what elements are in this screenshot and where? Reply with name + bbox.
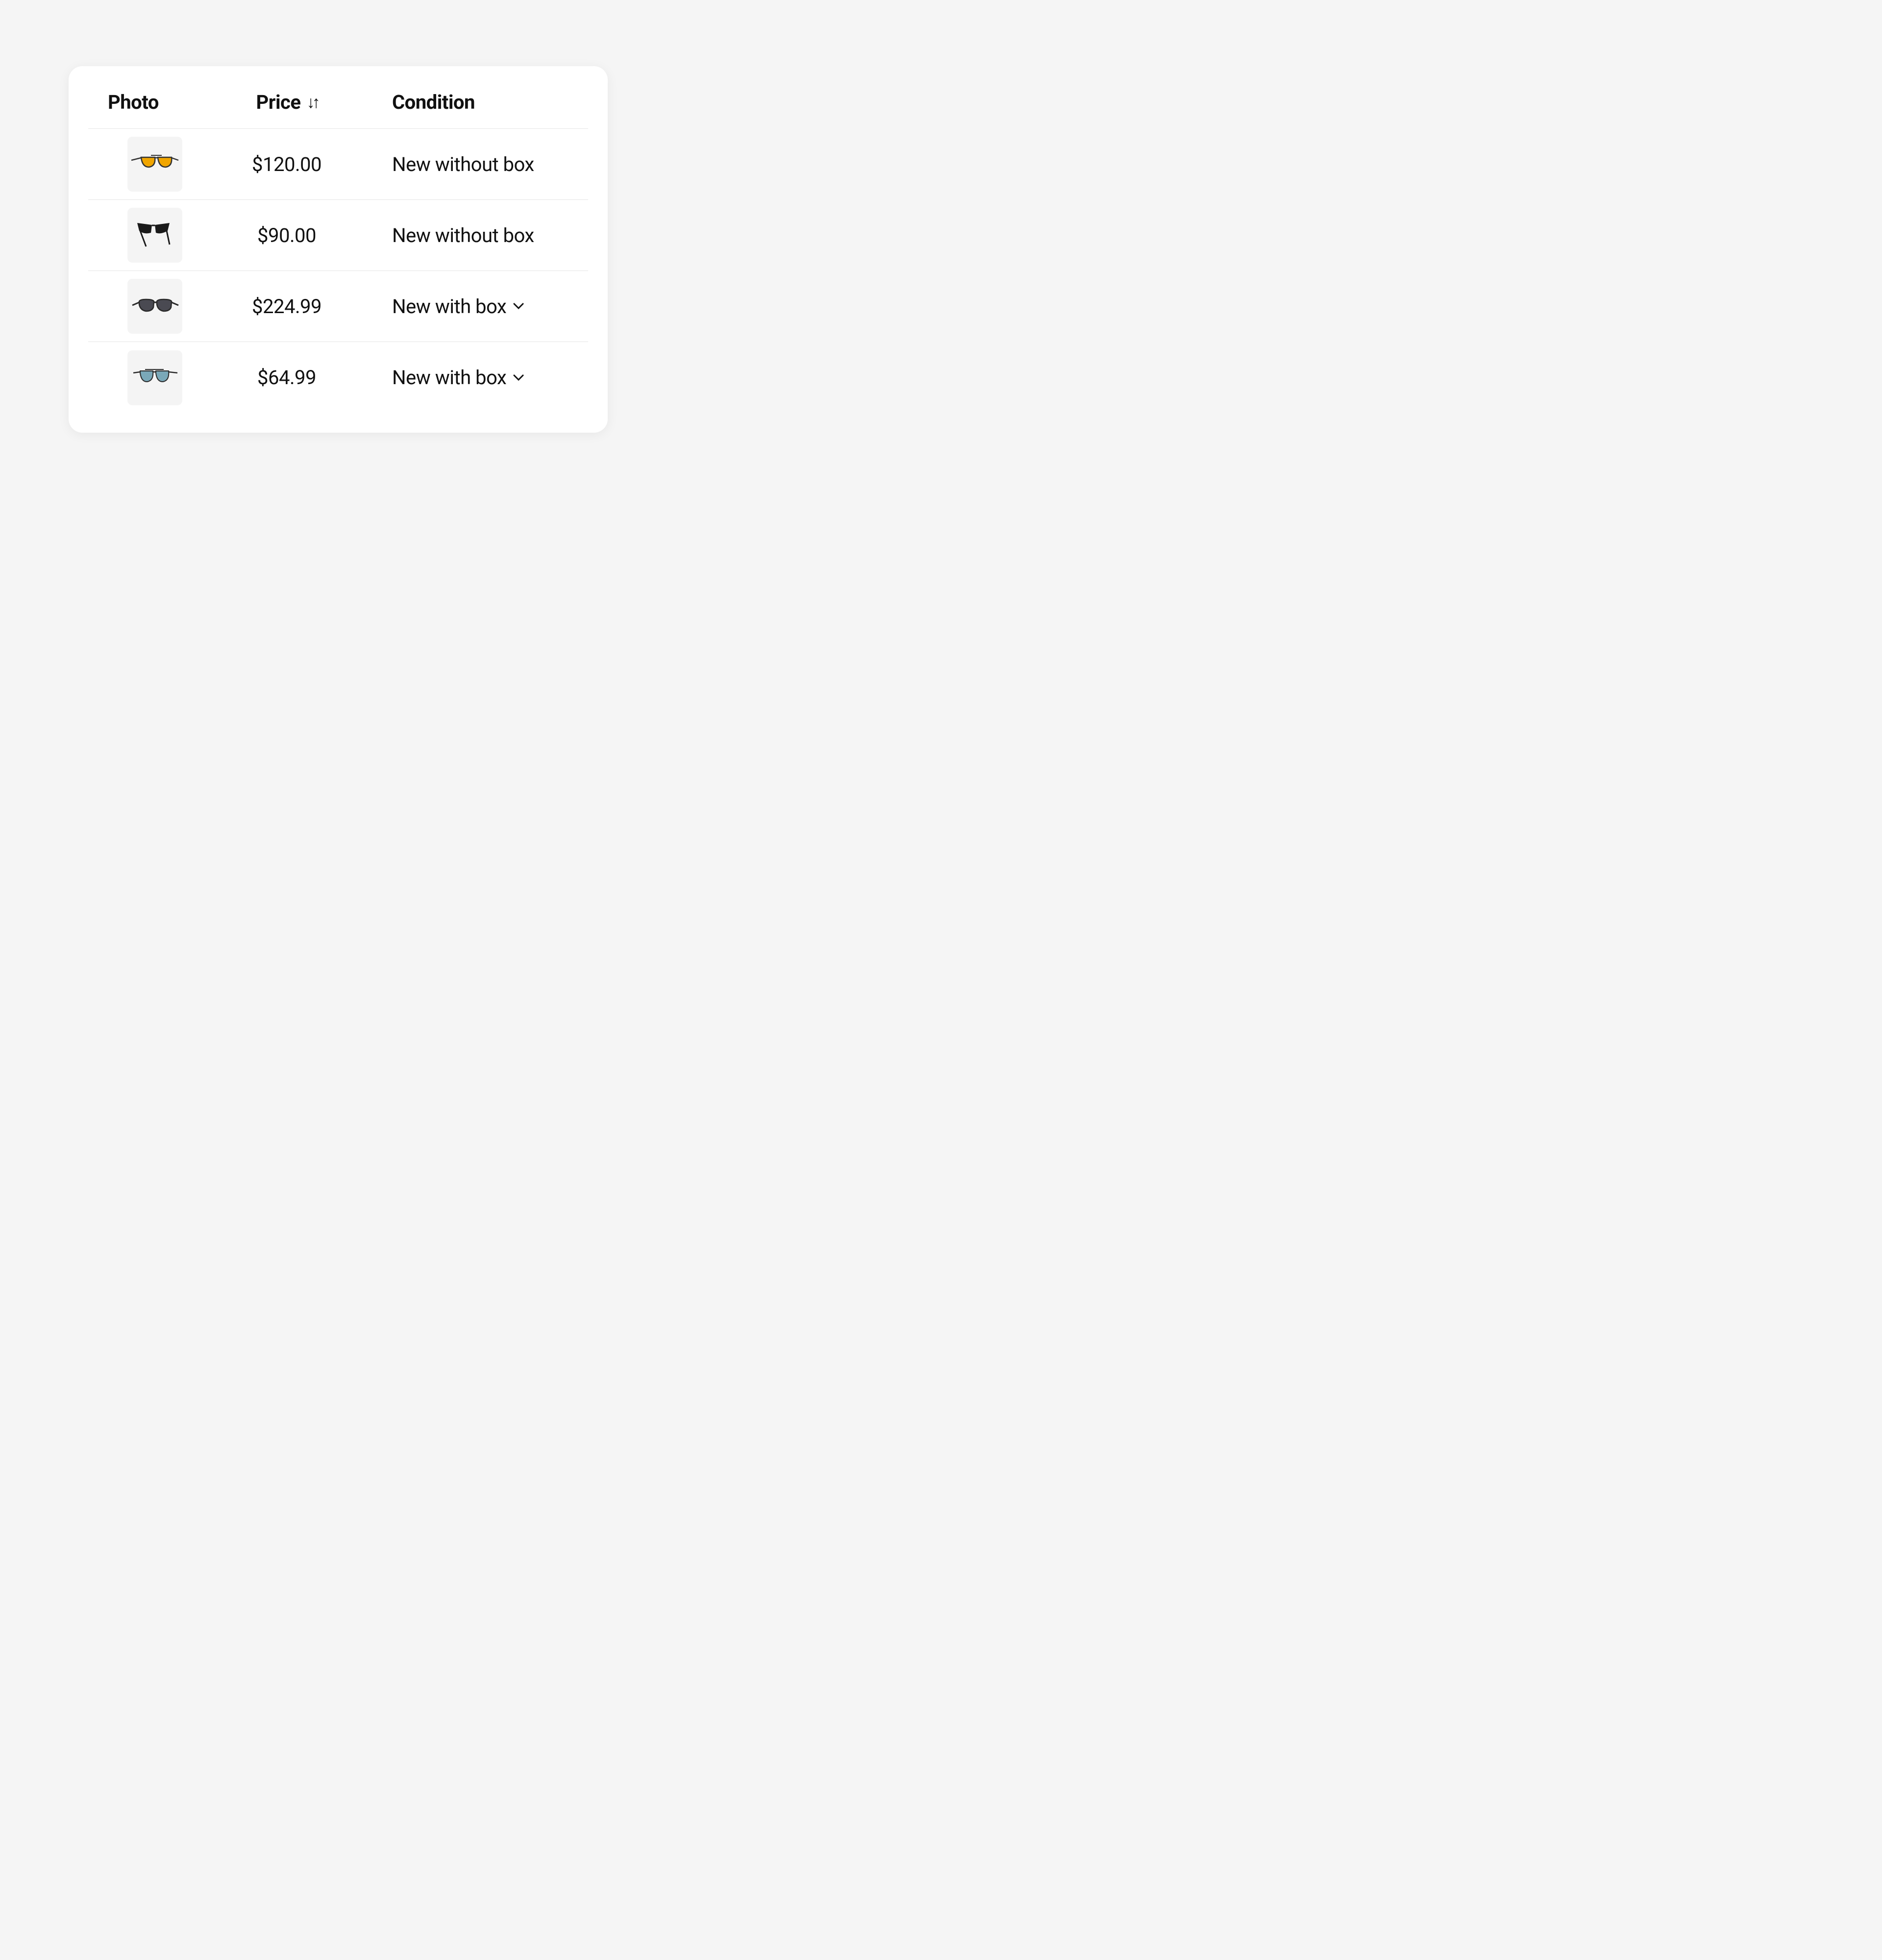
condition-label: New with box	[392, 295, 506, 318]
condition-label: New with box	[392, 366, 506, 389]
chevron-down-icon	[513, 303, 524, 310]
condition-cell[interactable]: New with box	[358, 366, 588, 389]
listings-card: Photo Price ↓↑ Condition	[69, 66, 608, 433]
price-cell: $64.99	[216, 366, 358, 389]
table-row: $120.00 New without box	[88, 129, 588, 200]
listings-table: Photo Price ↓↑ Condition	[69, 91, 608, 413]
sunglasses-icon	[130, 218, 179, 252]
chevron-down-icon	[513, 374, 524, 381]
sunglasses-icon	[130, 150, 179, 178]
photo-cell	[88, 279, 216, 334]
condition-cell[interactable]: New without box	[358, 153, 588, 176]
photo-cell	[88, 137, 216, 192]
column-header-photo[interactable]: Photo	[88, 91, 216, 114]
product-thumbnail[interactable]	[127, 137, 182, 192]
column-header-condition[interactable]: Condition	[358, 91, 588, 114]
condition-label: New without box	[392, 153, 534, 176]
table-header-row: Photo Price ↓↑ Condition	[88, 91, 588, 129]
table-row: $90.00 New without box	[88, 200, 588, 271]
product-thumbnail[interactable]	[127, 208, 182, 263]
photo-cell	[88, 350, 216, 405]
condition-cell[interactable]: New without box	[358, 224, 588, 247]
condition-label: New without box	[392, 224, 534, 247]
sunglasses-icon	[130, 293, 179, 320]
photo-cell	[88, 208, 216, 263]
sunglasses-icon	[130, 364, 179, 392]
product-thumbnail[interactable]	[127, 350, 182, 405]
column-header-price-label: Price	[256, 91, 301, 114]
sort-icon: ↓↑	[306, 93, 317, 112]
price-cell: $120.00	[216, 153, 358, 176]
column-header-price[interactable]: Price ↓↑	[216, 91, 358, 114]
condition-cell[interactable]: New with box	[358, 295, 588, 318]
price-cell: $90.00	[216, 224, 358, 247]
price-cell: $224.99	[216, 295, 358, 318]
product-thumbnail[interactable]	[127, 279, 182, 334]
table-row: $64.99 New with box	[88, 342, 588, 413]
table-row: $224.99 New with box	[88, 271, 588, 342]
